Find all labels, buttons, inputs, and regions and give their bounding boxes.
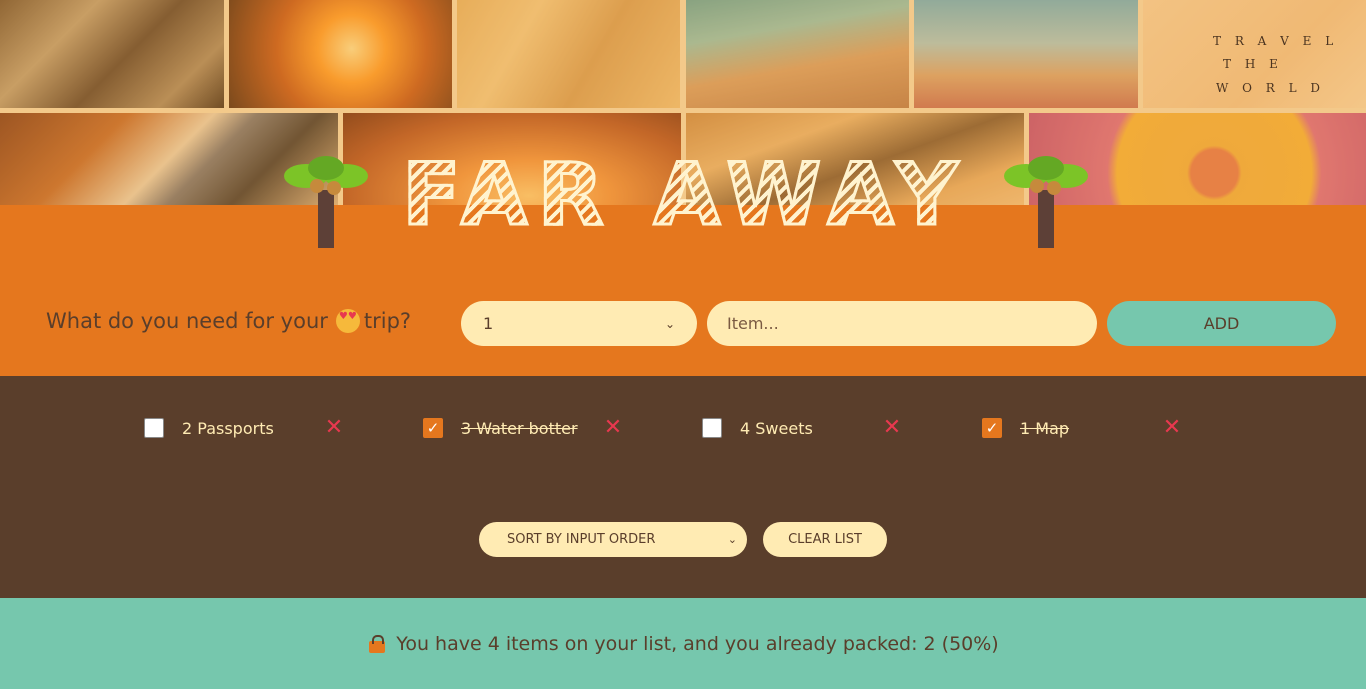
delete-item-icon[interactable]: ✕ bbox=[1162, 417, 1182, 439]
packed-checkbox[interactable] bbox=[702, 418, 722, 438]
scrabble-word-2: T H E bbox=[1223, 57, 1283, 71]
palm-tree-icon bbox=[284, 156, 368, 248]
add-button[interactable]: ADD bbox=[1107, 301, 1336, 346]
scrabble-word-1: T R A V E L bbox=[1213, 34, 1339, 48]
app-title: FAR AWAY bbox=[385, 144, 985, 247]
heart-eyes-face-icon bbox=[335, 309, 360, 333]
sort-select[interactable]: SORT BY INPUT ORDER ⌄ bbox=[479, 522, 747, 557]
collage-photo-train bbox=[686, 0, 909, 108]
collage-photo-vintage-car bbox=[914, 0, 1138, 108]
list-item: 2 Passports bbox=[144, 416, 274, 440]
list-item: 4 Sweets bbox=[702, 416, 813, 440]
sort-value: SORT BY INPUT ORDER bbox=[507, 532, 656, 547]
collage-photo-campfire bbox=[229, 0, 452, 108]
item-label: 4 Sweets bbox=[740, 418, 813, 438]
luggage-icon bbox=[367, 634, 387, 653]
list-item: 1 Map bbox=[982, 416, 1069, 440]
stats-text: You have 4 items on your list, and you a… bbox=[396, 632, 999, 655]
form-question: What do you need for your trip? bbox=[46, 309, 411, 333]
add-item-form: What do you need for your trip? 1 ⌄ ADD bbox=[0, 300, 1366, 346]
stats-line: You have 4 items on your list, and you a… bbox=[367, 632, 999, 655]
quantity-value: 1 bbox=[483, 314, 494, 333]
delete-item-icon[interactable]: ✕ bbox=[603, 417, 623, 439]
quantity-select[interactable]: 1 ⌄ bbox=[461, 301, 697, 346]
item-label: 3 Water botter bbox=[461, 418, 578, 438]
packed-checkbox[interactable] bbox=[144, 418, 164, 438]
delete-item-icon[interactable]: ✕ bbox=[324, 417, 344, 439]
list-item: 3 Water botter bbox=[423, 416, 578, 440]
collage-photo-scrabble: T R A V E L T H E W O R L D bbox=[1143, 0, 1366, 108]
packed-checkbox[interactable] bbox=[982, 418, 1002, 438]
collage-photo-polaroids bbox=[0, 0, 224, 108]
delete-item-icon[interactable]: ✕ bbox=[882, 417, 902, 439]
chevron-down-icon: ⌄ bbox=[727, 533, 737, 546]
item-label: 1 Map bbox=[1020, 418, 1070, 438]
question-text-end: trip? bbox=[363, 309, 412, 333]
packing-list: 2 Passports ✕ 3 Water botter ✕ 4 Sweets … bbox=[0, 376, 1366, 598]
title-area: FAR AWAY bbox=[0, 140, 1366, 250]
packed-checkbox[interactable] bbox=[423, 418, 443, 438]
question-text: What do you need for your bbox=[46, 309, 328, 333]
clear-list-button[interactable]: CLEAR LIST bbox=[763, 522, 887, 557]
item-input[interactable] bbox=[707, 301, 1097, 346]
chevron-down-icon: ⌄ bbox=[664, 316, 675, 331]
header: T R A V E L T H E W O R L D FAR AWAY Wha… bbox=[0, 0, 1366, 376]
palm-tree-icon bbox=[1004, 156, 1088, 248]
scrabble-word-3: W O R L D bbox=[1216, 81, 1326, 95]
collage-photo-world-map bbox=[457, 0, 680, 108]
item-label: 2 Passports bbox=[182, 418, 274, 438]
stats-footer: You have 4 items on your list, and you a… bbox=[0, 598, 1366, 689]
